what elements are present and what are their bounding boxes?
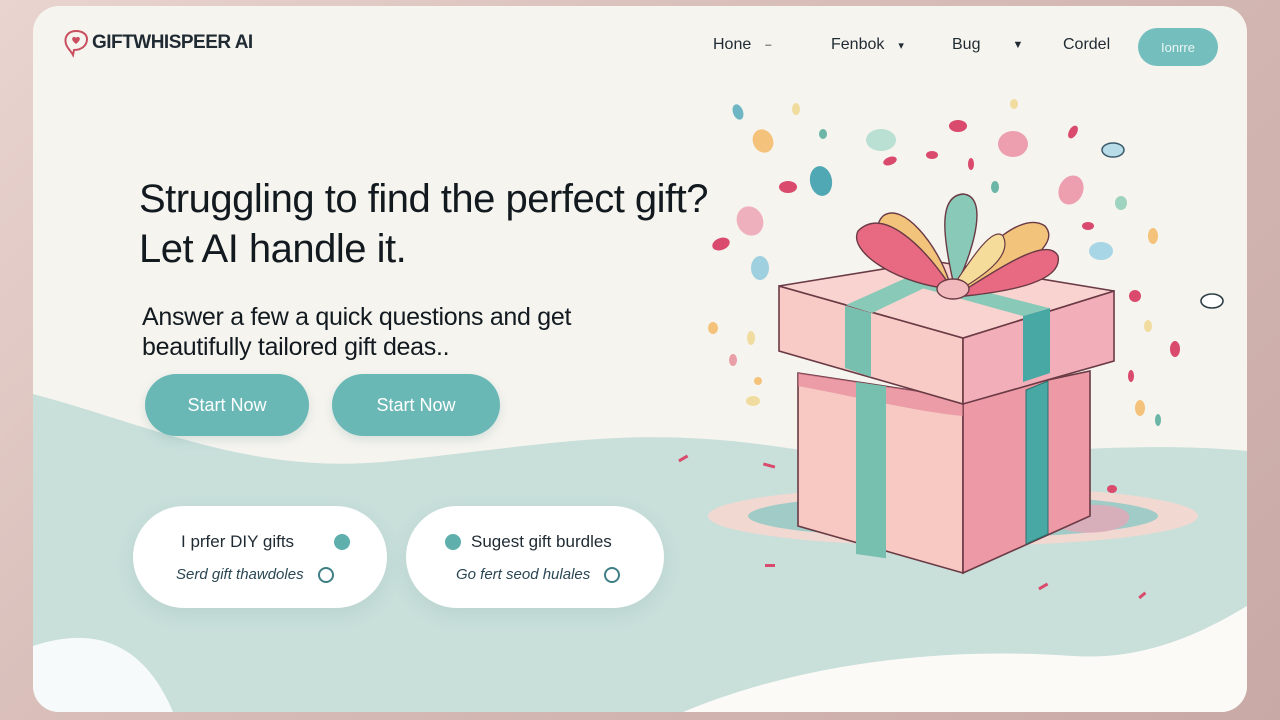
- chevron-down-icon: ▼: [1012, 39, 1024, 51]
- chevron-down-icon: ▾: [898, 39, 904, 52]
- radio-unselected-icon[interactable]: [317, 566, 334, 583]
- option-card-diy: I prfer DIY gifts Serd gift thawdoles: [133, 506, 387, 608]
- radio-selected-icon[interactable]: [445, 534, 461, 550]
- nav-item-fenbok[interactable]: Fenbok ▾: [831, 36, 904, 54]
- nav-item-bug[interactable]: Bug ▼: [952, 36, 1023, 54]
- nav-item-label: Hone: [713, 36, 752, 53]
- hero-headline: Struggling to find the perfect gift? Let…: [139, 177, 709, 271]
- nav-cta-button[interactable]: Ionrre: [1138, 28, 1218, 66]
- option-diy-gifts[interactable]: I prfer DIY gifts: [181, 532, 351, 552]
- option-go-fert[interactable]: Go fert seod hulales: [456, 566, 621, 583]
- brand-name: GIFTWHISPEER AI: [92, 32, 253, 53]
- option-send-gift[interactable]: Serd gift thawdoles: [176, 566, 334, 583]
- radio-unselected-icon[interactable]: [604, 566, 621, 583]
- start-now-button[interactable]: Start Now: [145, 374, 309, 436]
- option-sub-label: Serd gift thawdoles: [176, 566, 304, 583]
- gift-box: [778, 193, 1115, 575]
- start-now-button-secondary[interactable]: Start Now: [332, 374, 500, 436]
- option-sub-label: Go fert seod hulales: [456, 566, 591, 583]
- option-label: Sugest gift burdles: [471, 532, 612, 551]
- option-label: I prfer DIY gifts: [181, 532, 295, 551]
- gift-box-illustration: [678, 99, 1224, 600]
- option-suggest-bundles[interactable]: Sugest gift burdles: [445, 532, 612, 552]
- radio-selected-icon[interactable]: [334, 534, 351, 550]
- nav-item-cordel[interactable]: Cordel: [1063, 36, 1110, 54]
- browser-window: GIFTWHISPEER AI Hone – Fenbok ▾ Bug ▼ Co…: [33, 6, 1247, 712]
- nav-item-label: Fenbok: [831, 36, 885, 53]
- brand-logo[interactable]: GIFTWHISPEER AI: [61, 28, 253, 58]
- nav-item-label: Bug: [952, 36, 981, 53]
- nav-item-home[interactable]: Hone –: [713, 36, 771, 54]
- hero-subhead: Answer a few a quick questions and get b…: [142, 303, 572, 361]
- option-card-bundles: Sugest gift burdles Go fert seod hulales: [406, 506, 664, 608]
- chevron-down-icon: –: [765, 39, 772, 51]
- nav-item-label: Cordel: [1063, 36, 1111, 53]
- chat-heart-icon: [64, 29, 89, 58]
